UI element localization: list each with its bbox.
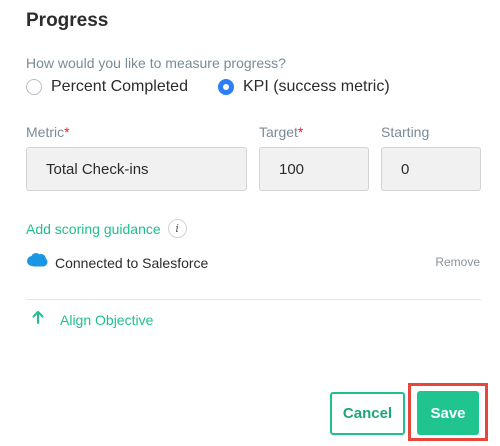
- salesforce-cloud-icon: [26, 252, 48, 273]
- target-field[interactable]: 100: [259, 147, 369, 191]
- radio-circle-unselected[interactable]: [26, 79, 42, 95]
- measure-question: How would you like to measure progress?: [26, 55, 286, 71]
- required-asterisk: *: [64, 124, 70, 140]
- scoring-guidance-row: Add scoring guidance i: [26, 219, 187, 238]
- align-objective-label: Align Objective: [60, 311, 154, 328]
- metric-field[interactable]: Total Check-ins: [26, 147, 247, 191]
- salesforce-connection: Connected to Salesforce: [26, 252, 208, 273]
- progress-title: Progress: [26, 10, 109, 31]
- radio-percent-completed[interactable]: Percent Completed: [26, 78, 188, 96]
- target-label: Target*: [259, 124, 303, 140]
- measure-radio-group: Percent Completed KPI (success metric): [26, 78, 420, 96]
- target-label-text: Target: [259, 124, 298, 140]
- divider: [26, 299, 481, 300]
- radio-circle-selected[interactable]: [217, 79, 234, 95]
- remove-link[interactable]: Remove: [435, 255, 480, 269]
- cancel-button[interactable]: Cancel: [330, 392, 405, 435]
- align-objective-link[interactable]: Align Objective: [32, 310, 153, 329]
- radio-kpi[interactable]: KPI (success metric): [217, 78, 390, 96]
- add-scoring-guidance-link[interactable]: Add scoring guidance: [26, 221, 161, 237]
- info-icon[interactable]: i: [167, 219, 187, 238]
- metric-label-text: Metric: [26, 124, 65, 140]
- arrow-up-icon: [32, 310, 44, 329]
- radio-label-kpi: KPI (success metric): [242, 78, 390, 95]
- required-asterisk: *: [297, 124, 304, 140]
- metric-label: Metric*: [26, 124, 70, 140]
- save-button[interactable]: Save: [417, 391, 479, 435]
- radio-label-percent: Percent Completed: [51, 78, 188, 95]
- starting-field[interactable]: 0: [381, 147, 481, 191]
- starting-label: Starting: [381, 124, 430, 140]
- salesforce-label: Connected to Salesforce: [55, 254, 209, 271]
